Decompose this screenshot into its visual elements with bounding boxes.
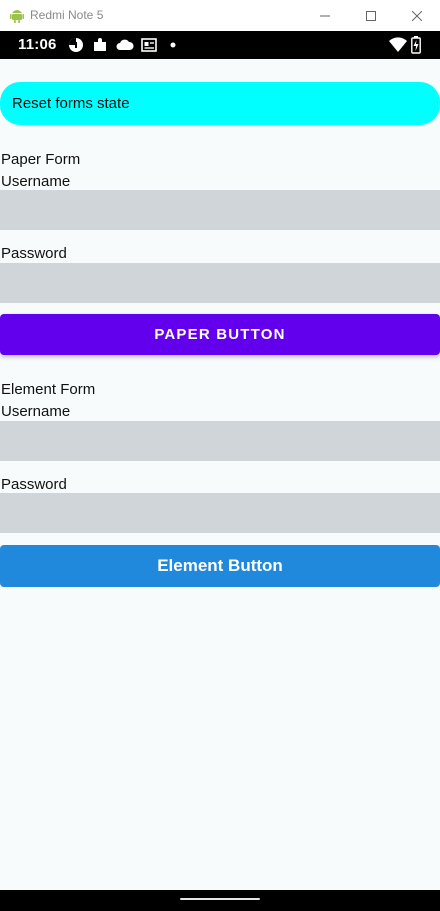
close-button[interactable] bbox=[394, 0, 440, 31]
element-password-label: Password bbox=[1, 476, 67, 493]
minimize-button[interactable] bbox=[302, 0, 348, 31]
puzzle-icon bbox=[94, 38, 106, 51]
paper-password-label: Password bbox=[1, 245, 67, 262]
wifi-icon bbox=[389, 37, 407, 52]
home-gesture-handle[interactable] bbox=[180, 898, 260, 900]
status-time: 11:06 bbox=[18, 36, 57, 53]
close-icon bbox=[412, 10, 422, 21]
battery-icon bbox=[411, 36, 421, 54]
paper-username-label: Username bbox=[1, 173, 71, 190]
cloud-icon bbox=[116, 39, 134, 50]
status-bar: 11:06 bbox=[0, 31, 440, 59]
minimize-icon bbox=[320, 15, 330, 16]
reset-forms-button[interactable]: Reset forms state bbox=[0, 82, 440, 125]
element-form-heading: Element Form bbox=[1, 381, 96, 398]
element-username-input[interactable] bbox=[0, 421, 440, 461]
element-password-input[interactable] bbox=[0, 493, 440, 533]
window-title-bar: Redmi Note 5 bbox=[0, 0, 440, 31]
element-username-label: Username bbox=[1, 403, 71, 420]
element-button[interactable]: Element Button bbox=[0, 545, 440, 587]
notification-dot-icon bbox=[170, 42, 176, 48]
maximize-icon bbox=[366, 10, 376, 21]
pie-chart-icon bbox=[69, 38, 83, 52]
paper-button[interactable]: PAPER BUTTON bbox=[0, 314, 440, 355]
window-title: Redmi Note 5 bbox=[30, 8, 104, 22]
android-icon bbox=[10, 10, 24, 23]
maximize-button[interactable] bbox=[348, 0, 394, 31]
paper-form-heading: Paper Form bbox=[1, 151, 81, 168]
paper-username-input[interactable] bbox=[0, 190, 440, 230]
navigation-bar bbox=[0, 890, 440, 911]
news-icon bbox=[141, 38, 157, 52]
paper-password-input[interactable] bbox=[0, 263, 440, 303]
